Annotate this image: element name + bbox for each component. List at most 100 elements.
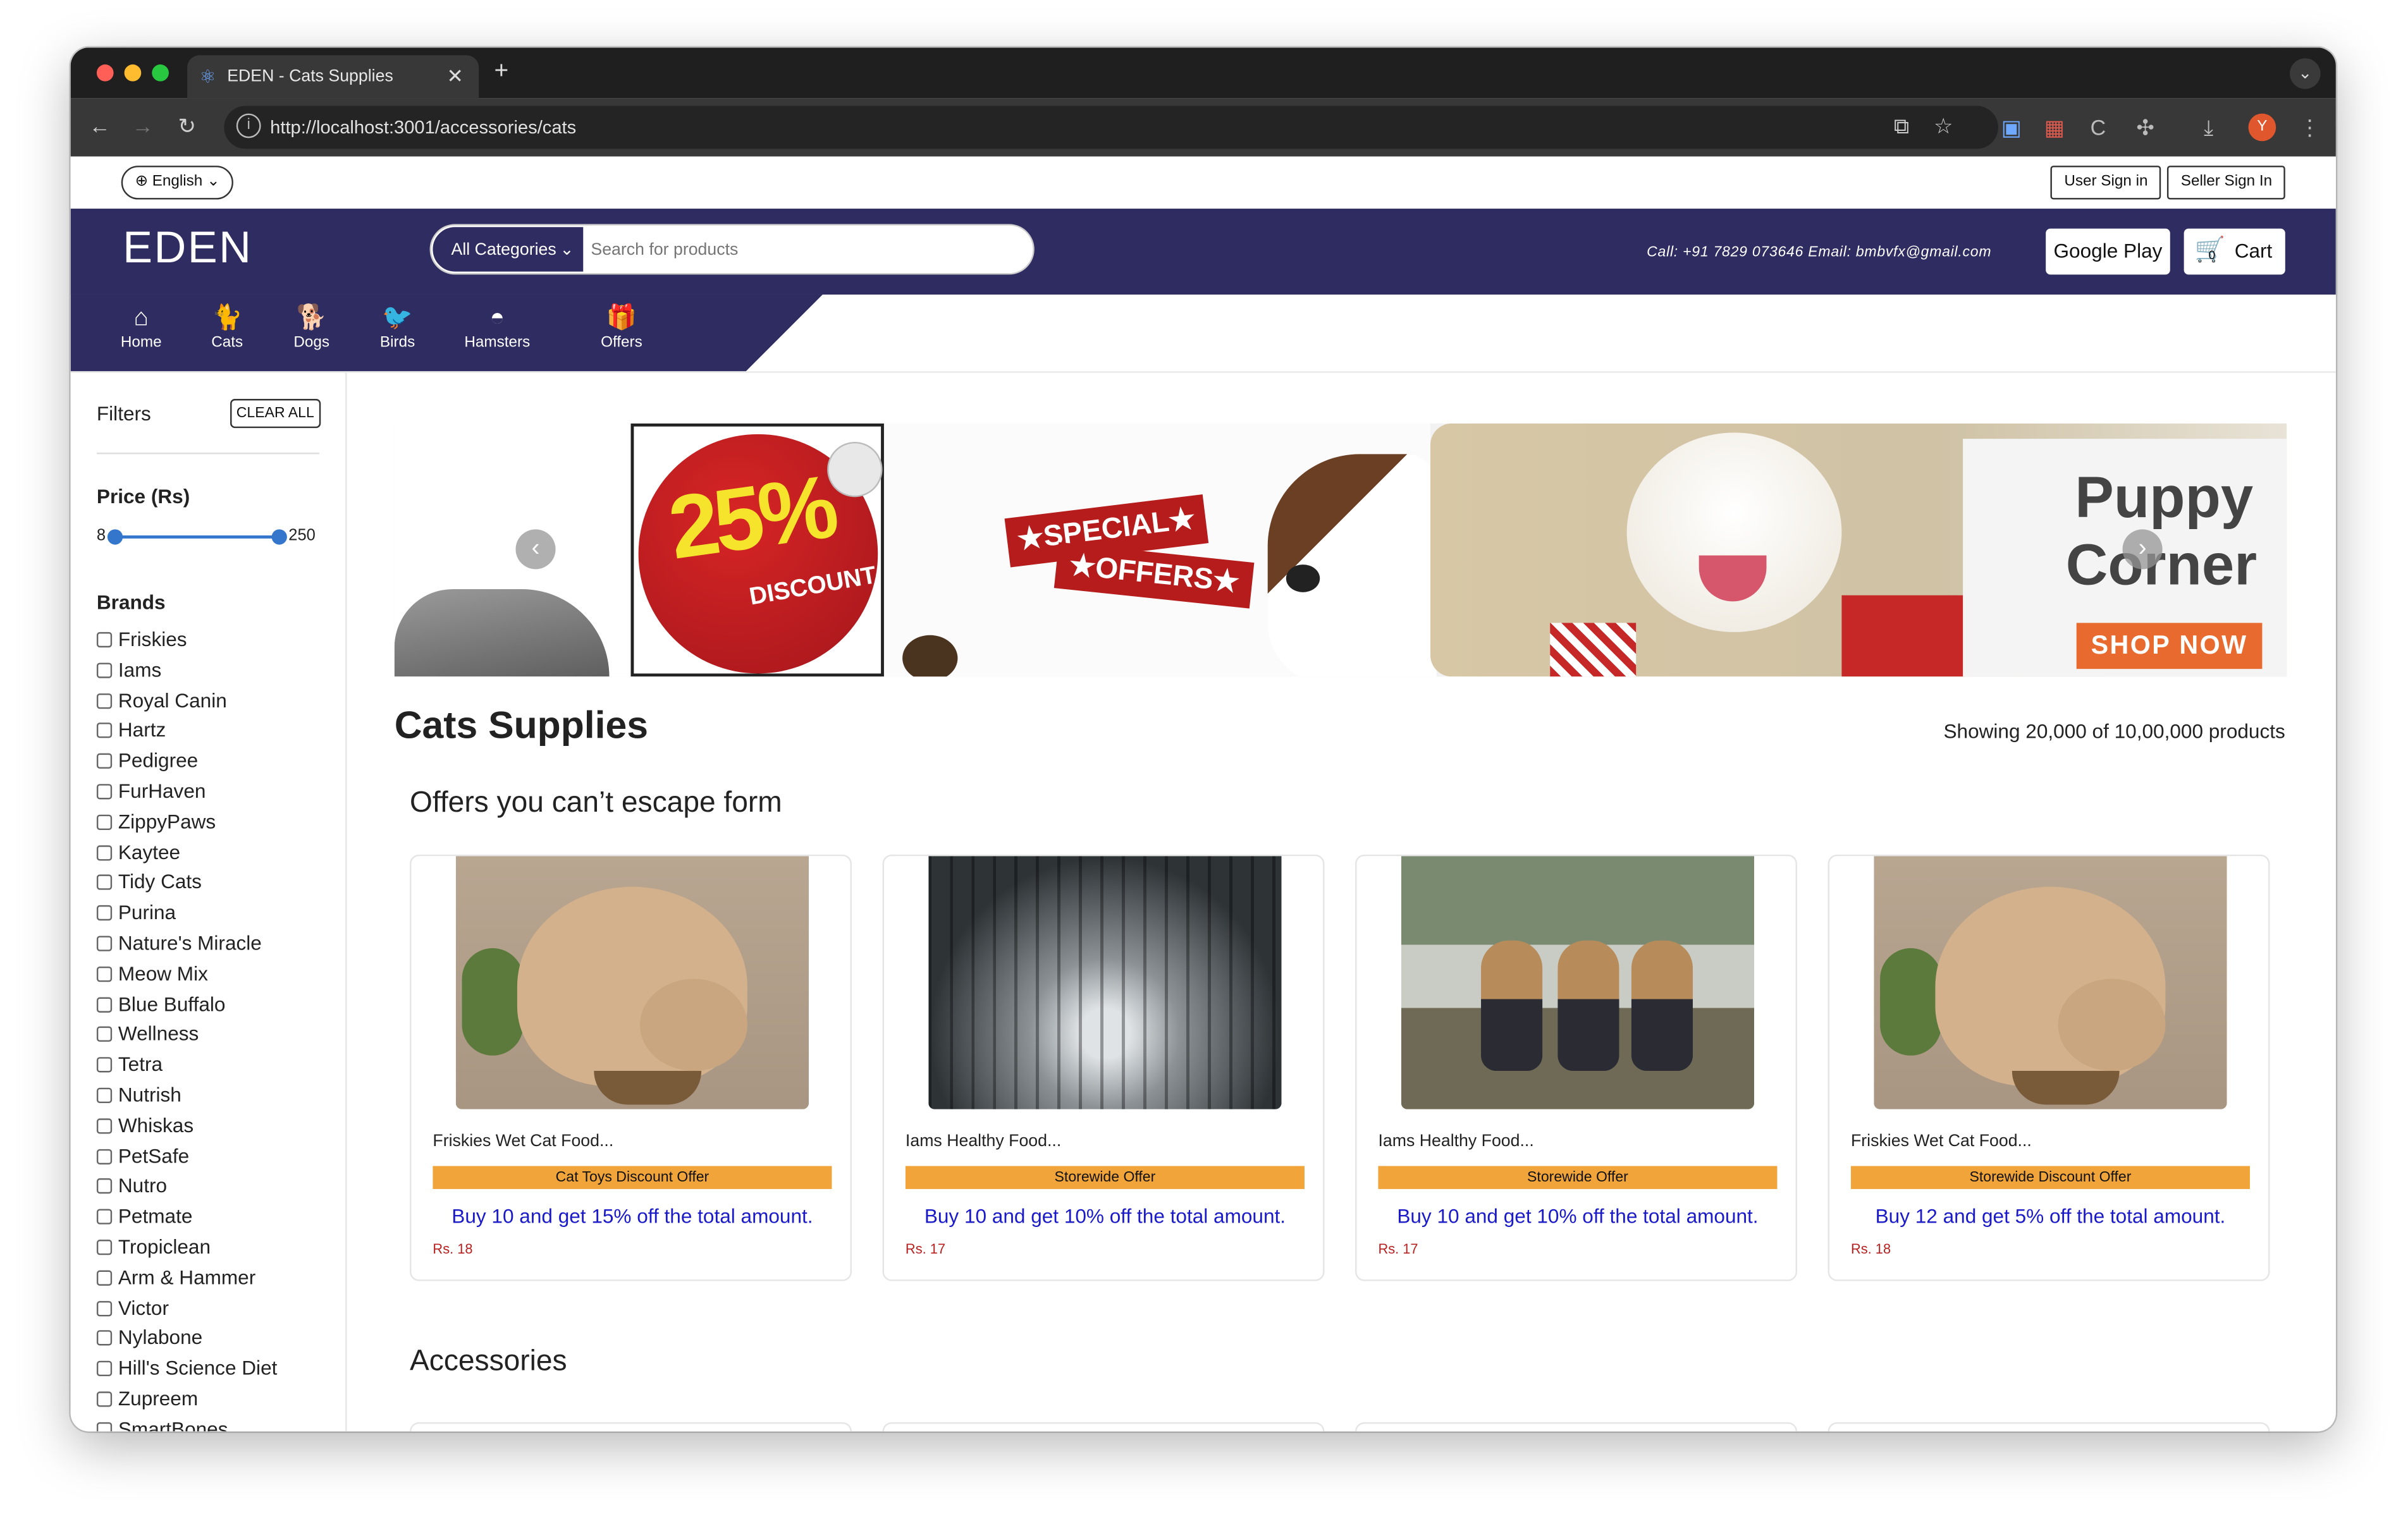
brand-filter-item[interactable]: Meow Mix (96, 958, 342, 989)
brand-checkbox[interactable] (96, 814, 113, 830)
extension-red-icon[interactable]: ▦ (2044, 115, 2065, 141)
address-bar[interactable]: i http://localhost:3001/accessories/cats… (224, 106, 1998, 149)
brand-filter-item[interactable]: ZippyPaws (96, 807, 342, 837)
brand-checkbox[interactable] (96, 936, 113, 951)
brand-checkbox[interactable] (96, 966, 113, 982)
maximize-window-button[interactable] (152, 64, 169, 82)
accessory-card[interactable] (882, 1422, 1325, 1432)
brand-checkbox[interactable] (96, 875, 113, 891)
product-name[interactable]: Iams Healthy Food... (906, 1132, 1061, 1151)
brand-filter-item[interactable]: Victor (96, 1293, 342, 1323)
brand-filter-item[interactable]: Friskies (96, 625, 342, 655)
brand-filter-item[interactable]: Tropiclean (96, 1232, 342, 1262)
seller-sign-in-button[interactable]: Seller Sign In (2166, 166, 2286, 200)
close-window-button[interactable] (96, 64, 114, 82)
bookmark-star-icon[interactable]: ☆ (1934, 114, 1953, 140)
brand-filter-item[interactable]: Hill's Science Diet (96, 1353, 342, 1384)
product-image[interactable] (455, 856, 809, 1109)
nav-dogs[interactable]: 🐕 Dogs (272, 304, 352, 351)
price-slider-max-handle[interactable] (271, 529, 287, 545)
offer-product-card[interactable]: Friskies Wet Cat Food... Cat Toys Discoun… (410, 854, 853, 1281)
product-name[interactable]: Friskies Wet Cat Food... (433, 1132, 613, 1151)
product-image[interactable] (1874, 856, 2227, 1109)
brand-checkbox[interactable] (96, 845, 113, 860)
product-name[interactable]: Friskies Wet Cat Food... (1851, 1132, 2032, 1151)
brand-checkbox[interactable] (96, 784, 113, 800)
brand-filter-item[interactable]: Nutrish (96, 1080, 342, 1110)
brand-filter-item[interactable]: Tidy Cats (96, 867, 342, 898)
brand-checkbox[interactable] (96, 1331, 113, 1346)
brand-filter-item[interactable]: Iams (96, 655, 342, 685)
brand-checkbox[interactable] (96, 1057, 113, 1073)
nav-hamsters[interactable]: ◓ Hamsters (457, 304, 537, 351)
google-play-button[interactable]: Google Play (2046, 228, 2170, 275)
accessory-card[interactable] (410, 1422, 852, 1432)
nav-birds[interactable]: 🐦 Birds (357, 304, 437, 351)
search-input[interactable] (591, 225, 1030, 274)
language-selector[interactable]: ⊕ English ⌄ (121, 166, 234, 200)
brand-filter-item[interactable]: Nature's Miracle (96, 928, 342, 958)
menu-kebab-icon[interactable]: ⋮ (2299, 115, 2321, 141)
nav-offers[interactable]: 🎁 Offers (582, 304, 661, 351)
brand-filter-item[interactable]: Kaytee (96, 837, 342, 867)
accessory-card[interactable] (1828, 1422, 2270, 1432)
brand-checkbox[interactable] (96, 1209, 113, 1225)
brand-checkbox[interactable] (96, 754, 113, 769)
brand-filter-item[interactable]: Nutro (96, 1171, 342, 1202)
carousel-prev-arrow-icon[interactable]: ‹ (515, 529, 556, 570)
brand-checkbox[interactable] (96, 996, 113, 1012)
brand-checkbox[interactable] (96, 1148, 113, 1164)
download-icon[interactable]: ⤓ (2204, 115, 2213, 141)
offer-description[interactable]: Buy 10 and get 15% off the total amount. (411, 1204, 853, 1227)
brand-filter-item[interactable]: Zupreem (96, 1384, 342, 1414)
extensions-puzzle-icon[interactable]: ✣ (2136, 115, 2154, 141)
user-sign-in-button[interactable]: User Sign in (2050, 166, 2162, 200)
brand-filter-item[interactable]: PetSafe (96, 1141, 342, 1171)
brand-checkbox[interactable] (96, 1361, 113, 1377)
carousel-next-arrow-icon[interactable]: › (2122, 529, 2163, 570)
brand-filter-item[interactable]: Petmate (96, 1202, 342, 1232)
brand-filter-item[interactable]: Purina (96, 898, 342, 928)
cart-button[interactable]: 🛒 0 Cart (2184, 228, 2285, 275)
offer-product-card[interactable]: Iams Healthy Food... Storewide Offer Buy 1… (1355, 854, 1798, 1281)
brand-checkbox[interactable] (96, 1391, 113, 1407)
brand-checkbox[interactable] (96, 1269, 113, 1286)
extension-screen-icon[interactable]: ▣ (2001, 115, 2022, 141)
brand-checkbox[interactable] (96, 1300, 113, 1316)
promo-carousel[interactable]: 25% DISCOUNT ★SPECIAL★ ★OFFERS★ Puppy Co… (394, 423, 2287, 677)
product-image[interactable] (928, 856, 1282, 1109)
brand-filter-item[interactable]: Tetra (96, 1049, 342, 1080)
brand-filter-item[interactable]: SmartBones (96, 1414, 342, 1432)
price-slider-min-handle[interactable] (107, 529, 123, 545)
price-slider-track[interactable] (113, 535, 280, 539)
offer-product-card[interactable]: Iams Healthy Food... Storewide Offer Buy 1… (882, 854, 1325, 1281)
category-select[interactable]: All Categories ⌄ (431, 225, 585, 274)
brand-filter-item[interactable]: Royal Canin (96, 685, 342, 716)
accessory-card[interactable] (1355, 1422, 1798, 1432)
forward-arrow-icon[interactable]: → (132, 114, 154, 138)
brand-checkbox[interactable] (96, 1087, 113, 1103)
site-info-icon[interactable]: i (236, 113, 261, 138)
tab-search-chevron-icon[interactable]: ⌄ (2290, 58, 2321, 89)
brand-filter-item[interactable]: Wellness (96, 1019, 342, 1049)
profile-avatar[interactable]: Y (2248, 113, 2276, 142)
brand-filter-item[interactable]: Arm & Hammer (96, 1262, 342, 1293)
nav-home[interactable]: ⌂ Home (101, 304, 181, 351)
brand-checkbox[interactable] (96, 693, 113, 709)
offer-description[interactable]: Buy 12 and get 5% off the total amount. (1829, 1204, 2271, 1227)
offer-description[interactable]: Buy 10 and get 10% off the total amount. (1356, 1204, 1798, 1227)
brand-checkbox[interactable] (96, 1178, 113, 1195)
minimize-window-button[interactable] (124, 64, 142, 82)
brand-checkbox[interactable] (96, 1239, 113, 1255)
shop-now-button[interactable]: SHOP NOW (2076, 623, 2263, 669)
extension-c-icon[interactable]: C (2091, 115, 2106, 140)
new-tab-button[interactable]: + (494, 58, 508, 86)
brand-checkbox[interactable] (96, 1118, 113, 1133)
brand-filter-item[interactable]: Nylabone (96, 1323, 342, 1353)
brand-checkbox[interactable] (96, 905, 113, 921)
site-logo[interactable]: EDEN (123, 224, 252, 274)
brand-checkbox[interactable] (96, 723, 113, 739)
nav-cats[interactable]: 🐈 Cats (187, 304, 267, 351)
close-tab-icon[interactable]: ✕ (446, 64, 463, 89)
browser-tab[interactable]: ⚛ EDEN - Cats Supplies ✕ (187, 55, 479, 99)
